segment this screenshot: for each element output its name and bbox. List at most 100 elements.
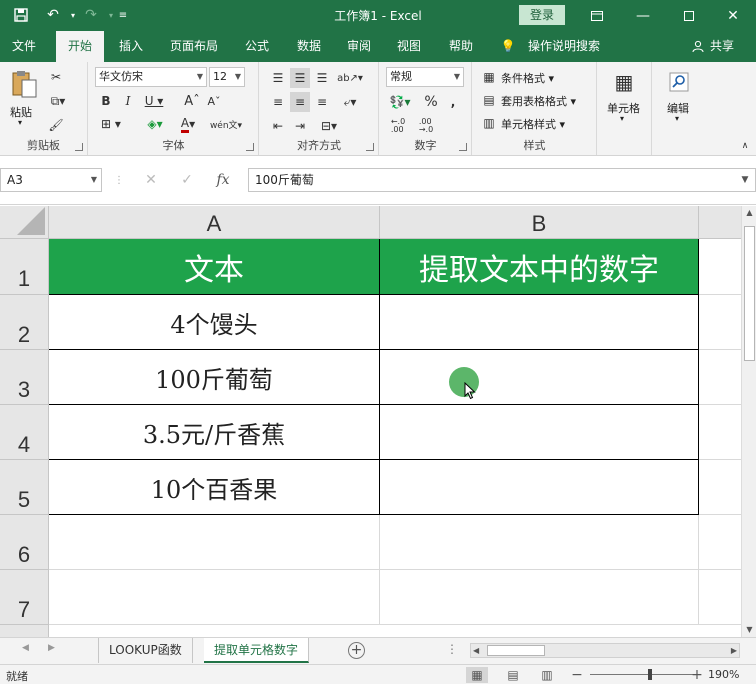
underline-icon[interactable]: U ▾ [141,92,167,110]
alignment-launcher-icon[interactable] [366,143,374,151]
format-as-table-button[interactable]: 套用表格格式 ▾ [501,93,576,109]
tab-file[interactable]: 文件 [0,31,48,62]
maximize-icon[interactable] [666,0,712,31]
editing-dropdown-icon[interactable]: ▾ [675,114,679,123]
enter-icon[interactable]: ✓ [176,168,198,192]
minimize-icon[interactable]: — [620,0,666,31]
horizontal-scroll-thumb[interactable] [487,645,545,656]
insert-function-icon[interactable]: fx [212,168,234,192]
close-icon[interactable]: ✕ [710,0,756,31]
cell-c2[interactable] [699,295,741,350]
cell-a5[interactable]: 10个百香果 [49,460,380,515]
search-icon[interactable] [665,68,693,96]
zoom-slider-knob[interactable] [648,669,652,680]
row-header-8[interactable] [0,625,49,637]
increase-decimal-icon[interactable]: ←.0.00 [386,116,410,136]
decrease-font-icon[interactable]: Aˇ [205,92,223,110]
cell-c7[interactable] [699,570,741,625]
login-button[interactable]: 登录 [519,5,565,25]
font-launcher-icon[interactable] [246,143,254,151]
zoom-level[interactable]: 190% [708,668,739,681]
cells-icon[interactable]: ▦ [610,68,638,96]
sheet-next-icon[interactable]: ▶ [48,643,55,653]
bold-icon[interactable]: B [97,92,115,110]
row-header-5[interactable]: 5 [0,460,49,515]
zoom-in-icon[interactable]: + [686,667,708,683]
increase-indent-icon[interactable]: ⇥ [290,116,310,136]
expand-formula-icon[interactable]: ▼ [734,168,756,192]
name-box[interactable]: A3 ▼ [0,168,102,192]
row-header-6[interactable]: 6 [0,515,49,570]
cell-b3[interactable] [380,350,699,405]
cell-c1[interactable] [699,239,741,295]
select-all-corner[interactable] [0,206,49,239]
wrap-text-icon[interactable]: ⤶▾ [336,92,364,112]
tab-insert[interactable]: 插入 [108,31,154,62]
vertical-scroll-thumb[interactable] [744,226,755,361]
conditional-format-button[interactable]: 条件格式 ▾ [501,70,554,86]
number-format-select[interactable]: 常规 ▼ [386,67,464,87]
italic-icon[interactable]: I [119,92,137,110]
worksheet-grid[interactable]: A B 1 2 3 4 5 6 7 文本 提取文本中的数字 4个馒头 100斤葡… [0,206,741,637]
cell-b4[interactable] [380,405,699,460]
row-header-3[interactable]: 3 [0,350,49,405]
scroll-left-icon[interactable]: ◀ [473,644,479,657]
cell-b1[interactable]: 提取文本中的数字 [380,239,699,295]
cell-a1[interactable]: 文本 [49,239,380,295]
tab-split-icon[interactable]: ⋮ [446,642,458,656]
scroll-right-icon[interactable]: ▶ [731,644,737,657]
percent-icon[interactable]: % [422,92,440,112]
align-bottom-icon[interactable]: ☰ [312,68,332,88]
cell-c3[interactable] [699,350,741,405]
tab-help[interactable]: 帮助 [438,31,484,62]
align-center-icon[interactable]: ≡ [290,92,310,112]
paste-icon[interactable] [8,68,40,100]
clipboard-launcher-icon[interactable] [75,143,83,151]
normal-view-icon[interactable]: ▦ [466,667,488,683]
decrease-indent-icon[interactable]: ⇤ [268,116,288,136]
cell-b6[interactable] [380,515,699,570]
vertical-scrollbar[interactable]: ▲ ▼ [741,206,756,637]
tab-formulas[interactable]: 公式 [234,31,280,62]
zoom-out-icon[interactable]: − [566,667,588,683]
column-header-b[interactable]: B [380,206,699,239]
row-header-2[interactable]: 2 [0,295,49,350]
sheet-tab-lookup[interactable]: LOOKUP函数 [98,638,193,663]
cells-dropdown-icon[interactable]: ▾ [620,114,624,123]
cell-a3[interactable]: 100斤葡萄 [49,350,380,405]
row-header-4[interactable]: 4 [0,405,49,460]
row-header-7[interactable]: 7 [0,570,49,625]
collapse-ribbon-icon[interactable]: ∧ [738,140,752,152]
zoom-slider[interactable] [590,674,700,675]
cell-a6[interactable] [49,515,380,570]
merge-center-icon[interactable]: ⊟▾ [314,116,344,136]
sheet-prev-icon[interactable]: ◀ [22,643,29,653]
font-color-icon[interactable]: A ▾ [175,115,201,133]
column-header-c[interactable] [699,206,741,239]
cut-icon[interactable]: ✂ [46,68,66,86]
horizontal-scrollbar[interactable]: ◀ ▶ [470,643,740,658]
tell-me-search[interactable]: 操作说明搜索 [524,31,604,62]
cell-a4[interactable]: 3.5元/斤香蕉 [49,405,380,460]
phonetic-icon[interactable]: wén文▾ [209,114,243,134]
tab-page-layout[interactable]: 页面布局 [162,31,226,62]
formula-input[interactable]: 100斤葡萄 [248,168,756,192]
row-header-1[interactable]: 1 [0,239,49,295]
tab-review[interactable]: 审阅 [336,31,382,62]
comma-icon[interactable]: , [444,92,462,112]
increase-font-icon[interactable]: Aˆ [183,92,201,110]
page-break-view-icon[interactable]: ▥ [536,667,558,683]
ribbon-display-options-icon[interactable] [574,0,620,31]
fill-color-icon[interactable]: ◈▾ [141,115,169,133]
font-name-select[interactable]: 华文仿宋 ▼ [95,67,207,87]
cancel-icon[interactable]: ✕ [140,168,162,192]
paste-dropdown-icon[interactable]: ▾ [18,118,22,127]
align-middle-icon[interactable]: ☰ [290,68,310,88]
orientation-icon[interactable]: ab↗▾ [336,68,364,88]
page-layout-view-icon[interactable]: ▤ [502,667,524,683]
cell-styles-button[interactable]: 单元格样式 ▾ [501,116,565,132]
cell-a2[interactable]: 4个馒头 [49,295,380,350]
borders-icon[interactable]: ⊞ ▾ [97,115,125,133]
align-top-icon[interactable]: ☰ [268,68,288,88]
scroll-up-icon[interactable]: ▲ [742,206,756,220]
